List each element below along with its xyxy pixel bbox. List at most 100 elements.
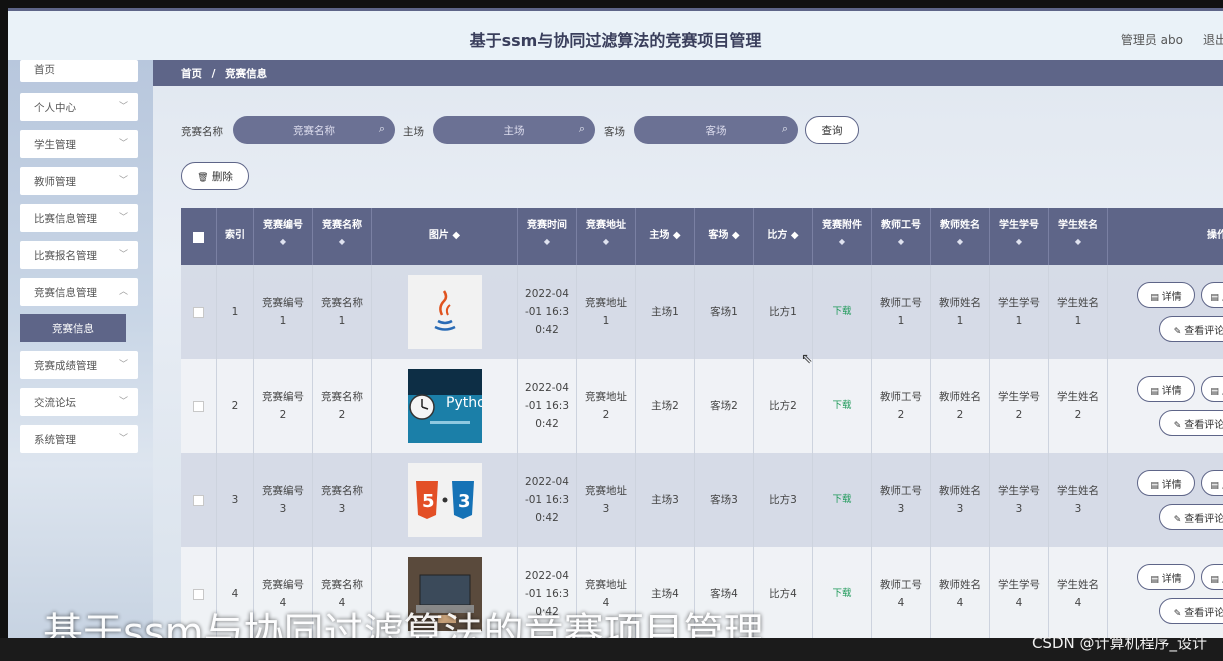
view-comments-button[interactable]: ✎ 查看评论 bbox=[1159, 598, 1223, 624]
view-comments-button[interactable]: ✎ 查看评论 bbox=[1159, 504, 1223, 530]
row-select-cell bbox=[181, 359, 217, 453]
cell-student-name: 学生姓名 2 bbox=[1049, 359, 1108, 453]
cell-score: 比方1 bbox=[754, 265, 813, 359]
download-link[interactable]: 下载 bbox=[813, 453, 872, 547]
cell-index: 3 bbox=[217, 453, 254, 547]
cell-index-text: 2 bbox=[231, 400, 239, 412]
sidebar-item-students[interactable]: 学生管理 ﹀ bbox=[20, 130, 138, 158]
cell-away: 客场1 bbox=[695, 265, 754, 359]
detail-button[interactable]: ▤ 详情 bbox=[1137, 470, 1195, 496]
query-button[interactable]: 查询 bbox=[805, 116, 859, 144]
delete-label: 删除 bbox=[211, 171, 233, 183]
top-header: 基于ssm与协同过滤算法的竞赛项目管理 管理员 abo 退出 bbox=[8, 8, 1223, 60]
download-link[interactable]: 下载 bbox=[813, 547, 872, 638]
cell-code-text: 竞赛编号 3 bbox=[262, 485, 304, 515]
select-all-checkbox[interactable] bbox=[193, 232, 204, 243]
cell-teacher-name-text: 教师姓名 2 bbox=[939, 391, 981, 421]
sidebar-item-system[interactable]: 系统管理 ﹀ bbox=[20, 425, 138, 453]
sidebar-item-match-info[interactable]: 比赛信息管理 ﹀ bbox=[20, 204, 138, 232]
pen-icon: ✎ bbox=[1173, 515, 1185, 525]
cell-place: 竞赛地址 2 bbox=[577, 359, 636, 453]
header-home[interactable]: 主场 ◆ bbox=[636, 208, 695, 265]
detail-label: 详情 bbox=[1161, 386, 1182, 397]
edit-button[interactable]: ▤ 反 bbox=[1201, 564, 1223, 590]
header-image[interactable]: 图片 ◆ bbox=[372, 208, 518, 265]
sidebar-item-competition-scores[interactable]: 竞赛成绩管理 ﹀ bbox=[20, 351, 138, 379]
home-label: 主场 bbox=[403, 126, 424, 138]
logout-link[interactable]: 退出 bbox=[1203, 31, 1223, 48]
edit-button[interactable]: ▤ 反 bbox=[1201, 282, 1223, 308]
header-teacher-no[interactable]: 教师工号 ◆ bbox=[872, 208, 931, 265]
row-checkbox[interactable] bbox=[193, 494, 204, 506]
header-label: 竞赛编号 bbox=[263, 220, 303, 231]
away-placeholder: 客场 bbox=[705, 125, 727, 137]
detail-button[interactable]: ▤ 详情 bbox=[1137, 564, 1195, 590]
header-teacher-name[interactable]: 教师姓名 ◆ bbox=[931, 208, 990, 265]
cell-student-no-text: 学生学号 2 bbox=[998, 391, 1040, 421]
view-comments-button[interactable]: ✎ 查看评论 bbox=[1159, 316, 1223, 342]
sidebar-item-competition-info[interactable]: 竞赛信息管理 ︿ bbox=[20, 278, 138, 306]
cell-teacher-name: 教师姓名 1 bbox=[931, 265, 990, 359]
sidebar-item-home[interactable]: 首页 bbox=[20, 60, 138, 82]
cell-home: 主场3 bbox=[636, 453, 695, 547]
pen-icon: ✎ bbox=[1173, 609, 1185, 619]
sidebar-item-teachers[interactable]: 教师管理 ﹀ bbox=[20, 167, 138, 195]
header-student-name[interactable]: 学生姓名 ◆ bbox=[1049, 208, 1108, 265]
pen-icon: ✎ bbox=[1173, 421, 1185, 431]
delete-button[interactable]: 🗑 删除 bbox=[181, 162, 249, 190]
sidebar-item-forum[interactable]: 交流论坛 ﹀ bbox=[20, 388, 138, 416]
cell-home-text: 主场2 bbox=[651, 400, 679, 412]
svg-text:5: 5 bbox=[422, 491, 435, 512]
current-user[interactable]: 管理员 abo bbox=[1121, 31, 1183, 48]
header-label: 竞赛名称 bbox=[322, 220, 362, 231]
header-away[interactable]: 客场 ◆ bbox=[695, 208, 754, 265]
cell-home: 主场1 bbox=[636, 265, 695, 359]
header-label: 学生学号 bbox=[999, 220, 1039, 231]
cell-time: 2022-04 -01 16:3 0:42 bbox=[518, 453, 577, 547]
header-time[interactable]: 竞赛时间 ◆ bbox=[518, 208, 577, 265]
cell-teacher-name-text: 教师姓名 4 bbox=[939, 579, 981, 609]
row-actions: ▤ 详情 ▤ 反 ✎ 查看评论 bbox=[1125, 359, 1223, 453]
download-link-text[interactable]: 下载 bbox=[832, 491, 851, 509]
cell-place: 竞赛地址 3 bbox=[577, 453, 636, 547]
breadcrumb-home[interactable]: 首页 bbox=[181, 68, 202, 80]
row-checkbox[interactable] bbox=[193, 588, 204, 600]
edit-button[interactable]: ▤ 反 bbox=[1201, 470, 1223, 496]
edit-button[interactable]: ▤ 反 bbox=[1201, 376, 1223, 402]
breadcrumb: 首页 / 竞赛信息 bbox=[153, 60, 1223, 86]
download-link[interactable]: 下载 bbox=[813, 265, 872, 359]
pen-icon: ✎ bbox=[1173, 327, 1185, 337]
sort-icon: ◆ bbox=[956, 237, 964, 246]
download-link-text[interactable]: 下载 bbox=[832, 397, 851, 415]
name-search-input[interactable]: 竞赛名称 ⌕ bbox=[233, 116, 395, 144]
header-label: 竞赛附件 bbox=[822, 220, 862, 231]
cell-student-no: 学生学号 4 bbox=[990, 547, 1049, 638]
cell-name-text: 竞赛名称 2 bbox=[321, 391, 363, 421]
row-checkbox[interactable] bbox=[193, 306, 204, 318]
header-name[interactable]: 竞赛名称 ◆ bbox=[313, 208, 372, 265]
detail-button[interactable]: ▤ 详情 bbox=[1137, 376, 1195, 402]
trash-icon: 🗑 bbox=[197, 173, 209, 183]
view-comments-button[interactable]: ✎ 查看评论 bbox=[1159, 410, 1223, 436]
document-icon: ▤ bbox=[1150, 387, 1162, 397]
detail-button[interactable]: ▤ 详情 bbox=[1137, 282, 1195, 308]
download-link[interactable]: 下载 bbox=[813, 359, 872, 453]
row-checkbox[interactable] bbox=[193, 400, 204, 412]
sidebar-item-match-registration[interactable]: 比赛报名管理 ﹀ bbox=[20, 241, 138, 269]
header-attach[interactable]: 竞赛附件 ◆ bbox=[813, 208, 872, 265]
sort-icon: ◆ bbox=[602, 237, 610, 246]
sidebar-item-personal-center[interactable]: 个人中心 ﹀ bbox=[20, 93, 138, 121]
sidebar-item-label: 个人中心 bbox=[34, 102, 76, 114]
header-score[interactable]: 比方 ◆ bbox=[754, 208, 813, 265]
header-code[interactable]: 竞赛编号 ◆ bbox=[254, 208, 313, 265]
download-link-text[interactable]: 下载 bbox=[832, 585, 851, 603]
header-place[interactable]: 竞赛地址 ◆ bbox=[577, 208, 636, 265]
away-search-input[interactable]: 客场 ⌕ bbox=[634, 116, 798, 144]
sidebar-item-label: 首页 bbox=[34, 64, 55, 76]
sidebar-subitem-competition-info[interactable]: 竞赛信息 bbox=[20, 314, 126, 342]
cell-away-text: 客场3 bbox=[710, 494, 738, 506]
download-link-text[interactable]: 下载 bbox=[832, 303, 851, 321]
cell-name: 竞赛名称 2 bbox=[313, 359, 372, 453]
header-student-no[interactable]: 学生学号 ◆ bbox=[990, 208, 1049, 265]
home-search-input[interactable]: 主场 ⌕ bbox=[433, 116, 595, 144]
